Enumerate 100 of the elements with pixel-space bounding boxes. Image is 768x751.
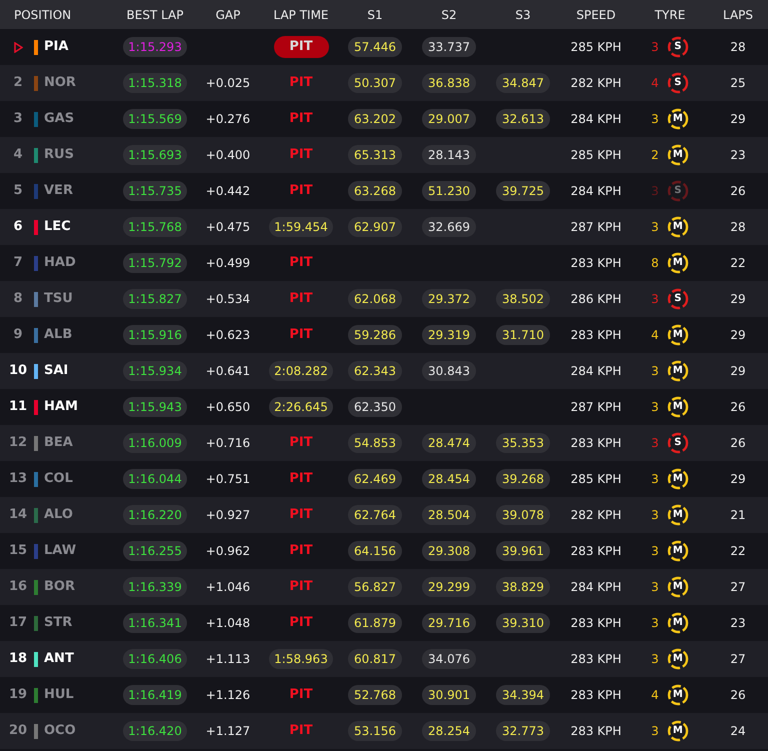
column-header: SPEED <box>576 6 616 24</box>
tyre-age: 3 <box>651 723 659 740</box>
gap-value: +0.400 <box>206 147 250 164</box>
laps-count: 27 <box>730 579 746 596</box>
sector-time: 39.725 <box>496 181 550 201</box>
driver-code: OCO <box>44 722 76 740</box>
speed-value: 284 KPH <box>570 363 622 380</box>
tyre-ring-icon <box>666 36 689 58</box>
position-number: 9 <box>13 326 23 344</box>
sector-time: 62.764 <box>348 505 402 525</box>
laps-count: 26 <box>730 399 746 416</box>
pit-status: PIT <box>274 36 328 58</box>
best-lap-time: 1:16.220 <box>123 505 187 525</box>
position-number: 7 <box>13 254 23 272</box>
sector-time: 39.078 <box>496 505 550 525</box>
tyre-ring-icon <box>666 648 689 670</box>
tyre-age: 3 <box>651 651 659 668</box>
sector-time: 29.716 <box>422 613 476 633</box>
speed-value: 285 KPH <box>570 147 622 164</box>
tyre-ring-icon <box>666 324 689 346</box>
driver-code: ALO <box>44 506 73 524</box>
tyre-ring-icon <box>666 612 689 634</box>
column-header: GAP <box>216 6 240 24</box>
column-header: S3 <box>515 6 531 24</box>
driver-code: HUL <box>44 686 74 704</box>
driver-code: NOR <box>44 74 76 92</box>
lap-time: 1:58.963 <box>269 649 333 669</box>
tyre-age: 3 <box>651 399 659 416</box>
gap-value: +0.927 <box>206 507 250 524</box>
pit-status: PIT <box>289 542 313 560</box>
tyre-compound: M <box>672 582 683 592</box>
sector-time: 56.827 <box>348 577 402 597</box>
sector-time: 38.502 <box>496 289 550 309</box>
gap-value: +1.127 <box>206 723 250 740</box>
tyre-ring-icon <box>666 432 689 454</box>
sector-time: 34.847 <box>496 73 550 93</box>
driver-row[interactable]: 20 OCO 1:16.420 +1.127 PIT 53.156 28.254 32.773 283 KPH 3 M 24 <box>0 713 768 749</box>
tyre-age: 3 <box>651 363 659 380</box>
gap-value: +0.751 <box>206 471 250 488</box>
laps-count: 23 <box>730 615 746 632</box>
position-number: 4 <box>13 146 23 164</box>
position-number: 11 <box>8 398 28 416</box>
driver-code: LEC <box>44 218 71 236</box>
tyre-compound: M <box>672 402 683 412</box>
laps-count: 29 <box>730 291 746 308</box>
driver-row[interactable]: 10 SAI 1:15.934 +0.641 2:08.282 62.343 30.843 284 KPH 3 M 29 <box>0 353 768 389</box>
sector-time: 28.474 <box>422 433 476 453</box>
gap-value: +0.962 <box>206 543 250 560</box>
driver-row[interactable]: 18 ANT 1:16.406 +1.113 1:58.963 60.817 34.076 283 KPH 3 M 27 <box>0 641 768 677</box>
pit-status: PIT <box>289 434 313 452</box>
driver-code: GAS <box>44 110 74 128</box>
speed-value: 283 KPH <box>570 651 622 668</box>
driver-code: LAW <box>44 542 76 560</box>
sector-time: 39.961 <box>496 541 550 561</box>
sector-time: 59.286 <box>348 325 402 345</box>
driver-row[interactable]: 6 LEC 1:15.768 +0.475 1:59.454 62.907 32.669 287 KPH 3 M 28 <box>0 209 768 245</box>
best-lap-time: 1:16.255 <box>123 541 187 561</box>
laps-count: 29 <box>730 111 746 128</box>
tyre-ring-icon <box>666 108 689 130</box>
lap-time: 2:26.645 <box>269 397 333 417</box>
sector-time: 60.817 <box>348 649 402 669</box>
speed-value: 283 KPH <box>570 435 622 452</box>
tyre-compound: S <box>674 186 682 196</box>
driver-row[interactable]: 16 BOR 1:16.339 +1.046 PIT 56.827 29.299 38.829 284 KPH 3 M 27 <box>0 569 768 605</box>
position-number: 19 <box>8 686 28 704</box>
tyre-compound: M <box>672 258 683 268</box>
pit-status: PIT <box>289 146 313 164</box>
laps-count: 28 <box>730 219 746 236</box>
speed-value: 287 KPH <box>570 219 622 236</box>
driver-code: HAM <box>44 398 78 416</box>
sector-time: 54.853 <box>348 433 402 453</box>
best-lap-time: 1:15.693 <box>123 145 187 165</box>
best-lap-time: 1:16.009 <box>123 433 187 453</box>
column-header: POSITION <box>14 6 72 24</box>
position-number: 2 <box>13 74 23 92</box>
sector-time: 29.319 <box>422 325 476 345</box>
position-number: 8 <box>13 290 23 308</box>
best-lap-time: 1:16.419 <box>123 685 187 705</box>
tyre-compound: M <box>672 690 683 700</box>
laps-count: 26 <box>730 435 746 452</box>
best-lap-time: 1:15.943 <box>123 397 187 417</box>
sector-time: 28.254 <box>422 721 476 741</box>
sector-time: 51.230 <box>422 181 476 201</box>
tyre-ring-icon <box>666 576 689 598</box>
driver-row[interactable]: 14 ALO 1:16.220 +0.927 PIT 62.764 28.504 39.078 282 KPH 3 M 21 <box>0 497 768 533</box>
speed-value: 287 KPH <box>570 399 622 416</box>
sector-time: 29.299 <box>422 577 476 597</box>
sector-time: 34.394 <box>496 685 550 705</box>
sector-time: 62.350 <box>348 397 402 417</box>
sector-time: 63.268 <box>348 181 402 201</box>
tyre-ring-icon <box>666 504 689 526</box>
tyre-compound: S <box>674 42 682 52</box>
driver-row[interactable]: 8 TSU 1:15.827 +0.534 PIT 62.068 29.372 38.502 286 KPH 3 S 29 <box>0 281 768 317</box>
driver-row[interactable]: 4 RUS 1:15.693 +0.400 PIT 65.313 28.143 285 KPH 2 M 23 <box>0 137 768 173</box>
best-lap-time: 1:15.735 <box>123 181 187 201</box>
sector-time: 29.007 <box>422 109 476 129</box>
driver-row[interactable]: 2 NOR 1:15.318 +0.025 PIT 50.307 36.838 34.847 282 KPH 4 S 25 <box>0 65 768 101</box>
driver-row[interactable]: 12 BEA 1:16.009 +0.716 PIT 54.853 28.474 35.353 283 KPH 3 S 26 <box>0 425 768 461</box>
speed-value: 283 KPH <box>570 615 622 632</box>
tyre-ring-icon <box>666 216 689 238</box>
